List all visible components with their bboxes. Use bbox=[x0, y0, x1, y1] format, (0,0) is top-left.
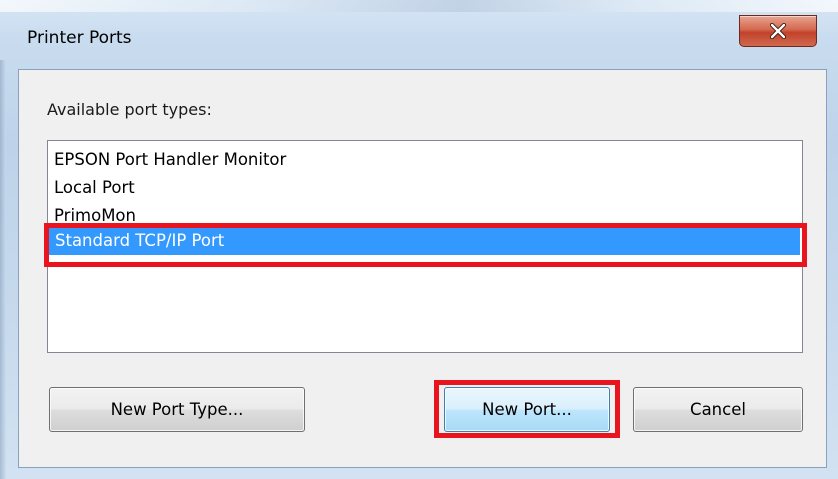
frame-left-shadow bbox=[0, 60, 6, 479]
port-types-label: Available port types: bbox=[47, 100, 212, 119]
window-frame: Printer Ports Available port types: EPSO… bbox=[0, 0, 838, 479]
close-button[interactable] bbox=[739, 15, 817, 47]
frame-glass-streak bbox=[0, 0, 838, 12]
close-icon bbox=[769, 23, 787, 39]
list-item-local-port[interactable]: Local Port bbox=[54, 174, 135, 202]
dialog-client-area: Available port types: EPSON Port Handler… bbox=[18, 69, 827, 468]
new-port-type-button[interactable]: New Port Type... bbox=[49, 387, 305, 432]
cancel-button[interactable]: Cancel bbox=[633, 387, 803, 432]
window-title: Printer Ports bbox=[27, 28, 132, 48]
list-item-epson-port-handler-monitor[interactable]: EPSON Port Handler Monitor bbox=[54, 146, 286, 174]
highlight-box-selected-port bbox=[44, 223, 807, 267]
highlight-box-new-port bbox=[434, 380, 620, 438]
